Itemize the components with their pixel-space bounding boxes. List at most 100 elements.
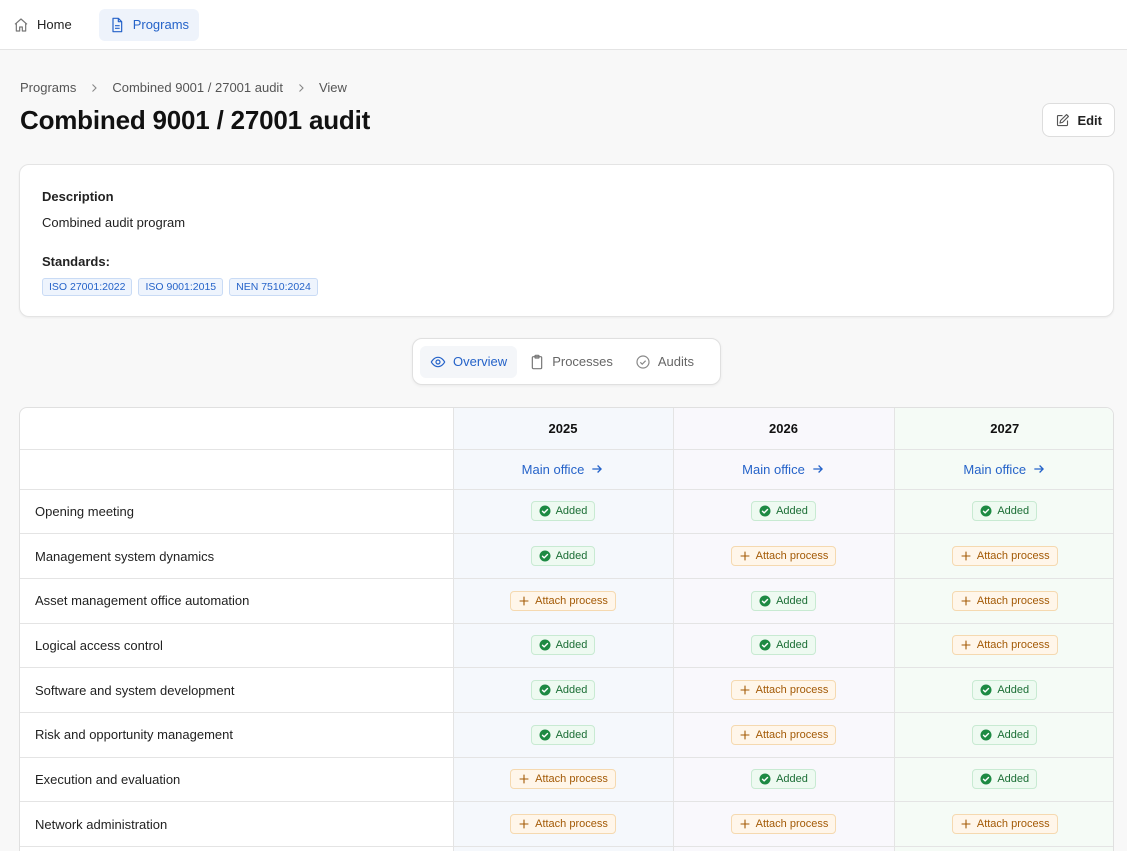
added-badge-label: Added [555, 505, 588, 518]
added-badge-label: Added [776, 773, 808, 786]
matrix-table: 2025 2026 2027 Main office Main office M… [20, 408, 1113, 851]
breadcrumb-program[interactable]: Combined 9001 / 27001 audit [112, 80, 283, 95]
attach-process-button[interactable]: Attach process [951, 635, 1058, 656]
check-circle-icon [539, 550, 551, 562]
attach-process-button[interactable]: Attach process [951, 814, 1058, 835]
standards-list: ISO 27001:2022 ISO 9001:2015 NEN 7510:20… [42, 278, 318, 296]
added-badge[interactable]: Added [972, 769, 1038, 790]
location-link[interactable]: Main office [522, 462, 605, 477]
added-badge-label: Added [555, 684, 588, 697]
location-cell: Main office [673, 449, 895, 490]
table-row: Asset management office automation Attach… [20, 578, 1113, 624]
added-badge[interactable]: Added [751, 501, 816, 522]
attach-process-label: Attach process [535, 818, 608, 831]
attach-process-label: Attach process [755, 684, 829, 697]
top-nav: Home Programs [0, 0, 1127, 50]
chevron-right-icon [88, 82, 100, 94]
process-name: Execution and evaluation [20, 757, 454, 803]
attach-process-button[interactable]: Attach process [730, 680, 837, 701]
nav-programs[interactable]: Programs [98, 8, 200, 41]
attach-process-label: Attach process [976, 639, 1050, 652]
check-circle-icon [539, 729, 551, 741]
arrow-right-icon [811, 462, 825, 476]
status-cell: Added [453, 667, 674, 713]
attach-process-button[interactable]: Attach process [730, 724, 837, 745]
added-badge-label: Added [997, 728, 1030, 741]
edit-button-label: Edit [1077, 112, 1102, 128]
status-cell: Attach process [894, 801, 1113, 847]
added-badge[interactable]: Added [972, 680, 1038, 701]
process-name: Logical access control [20, 623, 454, 669]
table-row: Network administration Attach process Atta… [20, 801, 1113, 847]
attach-process-button[interactable]: Attach process [951, 590, 1058, 611]
added-badge[interactable]: Added [530, 680, 596, 701]
status-cell: Added [673, 757, 895, 803]
process-name [20, 846, 454, 851]
added-badge[interactable]: Added [751, 590, 816, 611]
added-badge[interactable]: Added [751, 769, 816, 790]
table-row: Opening meeting Added Added Added [20, 489, 1113, 535]
attach-process-button[interactable]: Attach process [951, 546, 1058, 567]
added-badge-label: Added [997, 773, 1030, 786]
tab-processes[interactable]: Processes [519, 346, 623, 378]
status-cell: Attach process [673, 533, 895, 579]
added-badge-label: Added [997, 505, 1030, 518]
process-name: Asset management office automation [20, 578, 454, 624]
status-cell [673, 846, 895, 851]
attach-process-button[interactable]: Attach process [510, 769, 616, 790]
added-badge[interactable]: Added [530, 501, 596, 522]
location-cell: Main office [894, 449, 1113, 490]
attach-process-label: Attach process [976, 594, 1050, 607]
view-tabs: Overview Processes Audits [412, 338, 721, 385]
attach-process-label: Attach process [976, 550, 1050, 563]
tab-overview[interactable]: Overview [420, 345, 518, 378]
standards-label: Standards: [42, 254, 110, 269]
chevron-right-icon [295, 82, 307, 94]
location-corner-cell [20, 449, 454, 490]
added-badge-label: Added [555, 639, 588, 652]
plus-icon [518, 818, 530, 830]
clipboard-icon [529, 354, 545, 370]
tab-audits[interactable]: Audits [625, 346, 704, 378]
year-header-row: 2025 2026 2027 [20, 408, 1113, 450]
check-circle-icon [980, 729, 992, 741]
status-cell: Added [673, 489, 895, 535]
breadcrumb-current: View [318, 80, 347, 95]
attach-process-label: Attach process [755, 550, 829, 563]
attach-process-button[interactable]: Attach process [510, 590, 616, 611]
added-badge[interactable]: Added [972, 501, 1038, 522]
added-badge[interactable]: Added [751, 635, 816, 656]
nav-home-label: Home [37, 17, 72, 32]
added-badge[interactable]: Added [530, 635, 596, 656]
breadcrumb-programs[interactable]: Programs [20, 80, 76, 95]
description-value: Combined audit program [42, 215, 186, 230]
nav-home[interactable]: Home [4, 9, 81, 41]
status-cell: Added [894, 757, 1113, 803]
added-badge[interactable]: Added [530, 724, 596, 745]
edit-icon [1055, 113, 1070, 128]
year-header: 2026 [673, 408, 895, 450]
status-cell: Added [894, 489, 1113, 535]
arrow-right-icon [590, 462, 604, 476]
location-link[interactable]: Main office [742, 462, 825, 477]
location-link[interactable]: Main office [963, 462, 1046, 477]
check-circle-icon [759, 595, 771, 607]
attach-process-button[interactable]: Attach process [730, 546, 837, 567]
check-circle-icon [759, 639, 771, 651]
status-cell: Attach process [453, 757, 674, 803]
attach-process-label: Attach process [755, 728, 829, 741]
status-cell: Added [673, 623, 895, 669]
attach-process-button[interactable]: Attach process [730, 814, 837, 835]
edit-button[interactable]: Edit [1042, 103, 1115, 137]
attach-process-button[interactable]: Attach process [510, 814, 616, 835]
added-badge[interactable]: Added [530, 546, 596, 567]
check-circle-icon [980, 773, 992, 785]
eye-icon [430, 354, 446, 370]
home-icon [13, 17, 29, 33]
plus-icon [960, 595, 972, 607]
status-cell [894, 846, 1113, 851]
page-title: Combined 9001 / 27001 audit [20, 105, 371, 135]
year-header: 2025 [453, 408, 674, 450]
added-badge[interactable]: Added [972, 724, 1038, 745]
check-circle-icon [635, 354, 651, 370]
